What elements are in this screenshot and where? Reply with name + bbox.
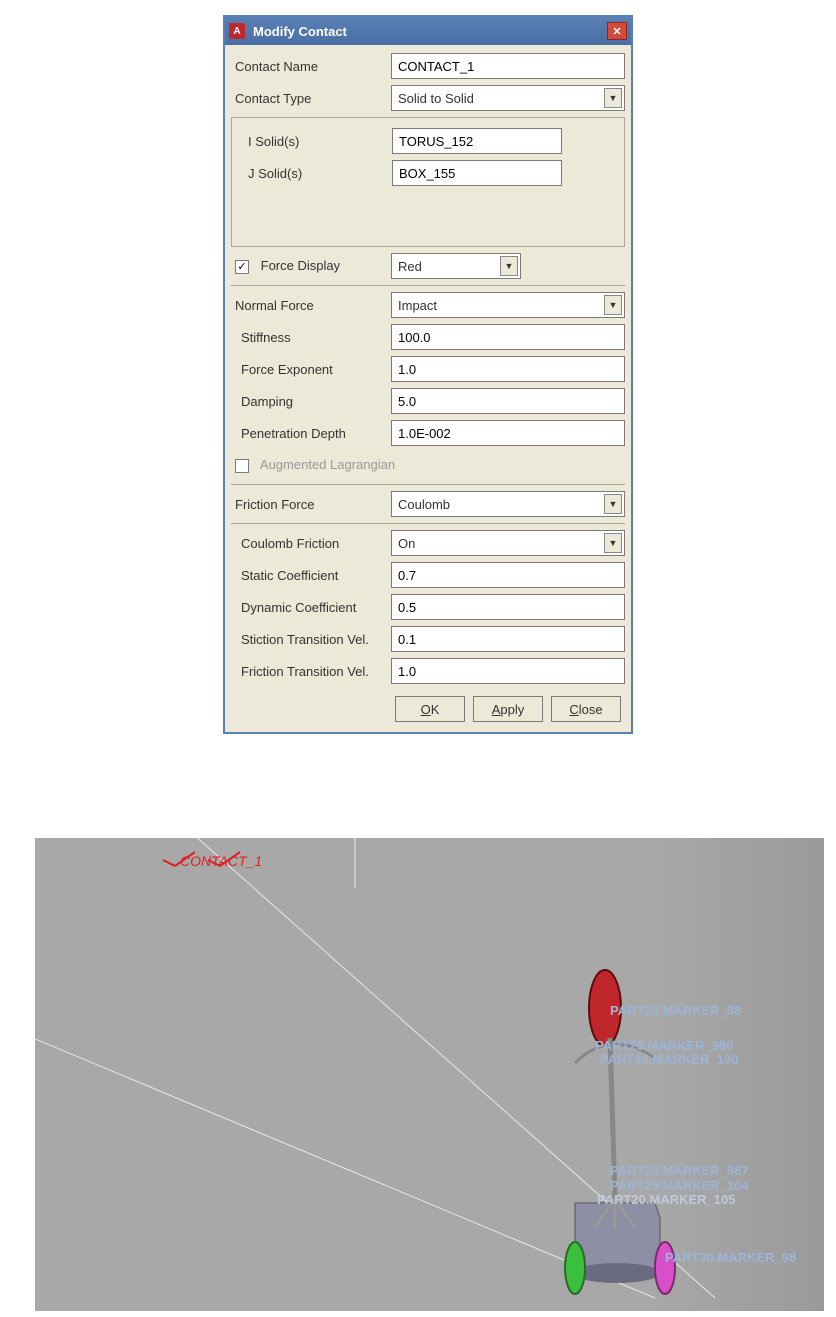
normal-force-select[interactable]: Impact ▼: [391, 292, 625, 318]
normal-force-label: Normal Force: [231, 298, 391, 313]
chevron-down-icon: ▼: [604, 494, 622, 514]
static-coeff-label: Static Coefficient: [231, 568, 391, 583]
stiction-vel-label: Stiction Transition Vel.: [231, 632, 391, 647]
penetration-label: Penetration Depth: [231, 426, 391, 441]
dialog-body: Contact Name Contact Type Solid to Solid…: [225, 45, 631, 732]
close-icon[interactable]: ✕: [607, 22, 627, 40]
marker-label: PART28.MARKER_88: [610, 1003, 741, 1018]
coulomb-friction-select[interactable]: On ▼: [391, 530, 625, 556]
marker-label: PART29.MARKER_980: [595, 1038, 733, 1053]
chevron-down-icon: ▼: [500, 256, 518, 276]
ok-button[interactable]: OK: [395, 696, 465, 722]
stiction-vel-input[interactable]: [391, 626, 625, 652]
marker-label: PART29.MARKER_104: [610, 1178, 748, 1193]
apply-button[interactable]: Apply: [473, 696, 543, 722]
j-solid-label: J Solid(s): [238, 166, 392, 181]
model-viewport[interactable]: CONTACT_1 PART28.MARKER_88 PART29.MARKER…: [35, 838, 824, 1311]
friction-vel-label: Friction Transition Vel.: [231, 664, 391, 679]
marker-label: PART30.MARKER_98: [665, 1250, 796, 1265]
divider: [231, 523, 625, 524]
j-solid-input[interactable]: [392, 160, 562, 186]
force-display-row: Force Display: [231, 258, 391, 274]
marker-label: PART20.MARKER_105: [597, 1192, 735, 1207]
contact-name-input[interactable]: [391, 53, 625, 79]
chevron-down-icon: ▼: [604, 295, 622, 315]
marker-label: PART20.MARKER_100: [600, 1052, 738, 1067]
penetration-input[interactable]: [391, 420, 625, 446]
contact-type-select[interactable]: Solid to Solid ▼: [391, 85, 625, 111]
divider: [231, 484, 625, 485]
friction-force-label: Friction Force: [231, 497, 391, 512]
modify-contact-dialog: A Modify Contact ✕ Contact Name Contact …: [223, 15, 633, 734]
stiffness-label: Stiffness: [231, 330, 391, 345]
force-exponent-label: Force Exponent: [231, 362, 391, 377]
i-solid-input[interactable]: [392, 128, 562, 154]
divider: [231, 285, 625, 286]
contact-name-label: Contact Name: [231, 59, 391, 74]
stiffness-input[interactable]: [391, 324, 625, 350]
coulomb-friction-value: On: [398, 536, 415, 551]
titlebar[interactable]: A Modify Contact ✕: [225, 17, 631, 45]
friction-force-value: Coulomb: [398, 497, 450, 512]
coulomb-friction-label: Coulomb Friction: [231, 536, 391, 551]
chevron-down-icon: ▼: [604, 533, 622, 553]
force-display-checkbox[interactable]: [235, 260, 249, 274]
contact-type-label: Contact Type: [231, 91, 391, 106]
static-coeff-input[interactable]: [391, 562, 625, 588]
button-row: OK Apply Close: [231, 688, 625, 726]
contact-annotation: CONTACT_1: [180, 853, 262, 869]
close-button[interactable]: Close: [551, 696, 621, 722]
contact-type-value: Solid to Solid: [398, 91, 474, 106]
force-exponent-input[interactable]: [391, 356, 625, 382]
app-icon: A: [229, 23, 245, 39]
damping-input[interactable]: [391, 388, 625, 414]
normal-force-value: Impact: [398, 298, 437, 313]
friction-vel-input[interactable]: [391, 658, 625, 684]
aug-lagrangian-label: Augmented Lagrangian: [260, 457, 395, 472]
dialog-title: Modify Contact: [253, 24, 607, 39]
marker-label: PART28.MARKER_987: [610, 1163, 748, 1178]
dynamic-coeff-label: Dynamic Coefficient: [231, 600, 391, 615]
friction-force-select[interactable]: Coulomb ▼: [391, 491, 625, 517]
aug-lagrangian-checkbox: [235, 459, 249, 473]
force-display-color-value: Red: [398, 259, 422, 274]
force-display-label: Force Display: [261, 258, 340, 273]
aug-lagrangian-row: Augmented Lagrangian: [231, 457, 395, 473]
i-solid-label: I Solid(s): [238, 134, 392, 149]
chevron-down-icon: ▼: [604, 88, 622, 108]
dynamic-coeff-input[interactable]: [391, 594, 625, 620]
solids-group: I Solid(s) J Solid(s): [231, 117, 625, 247]
force-display-color-select[interactable]: Red ▼: [391, 253, 521, 279]
damping-label: Damping: [231, 394, 391, 409]
